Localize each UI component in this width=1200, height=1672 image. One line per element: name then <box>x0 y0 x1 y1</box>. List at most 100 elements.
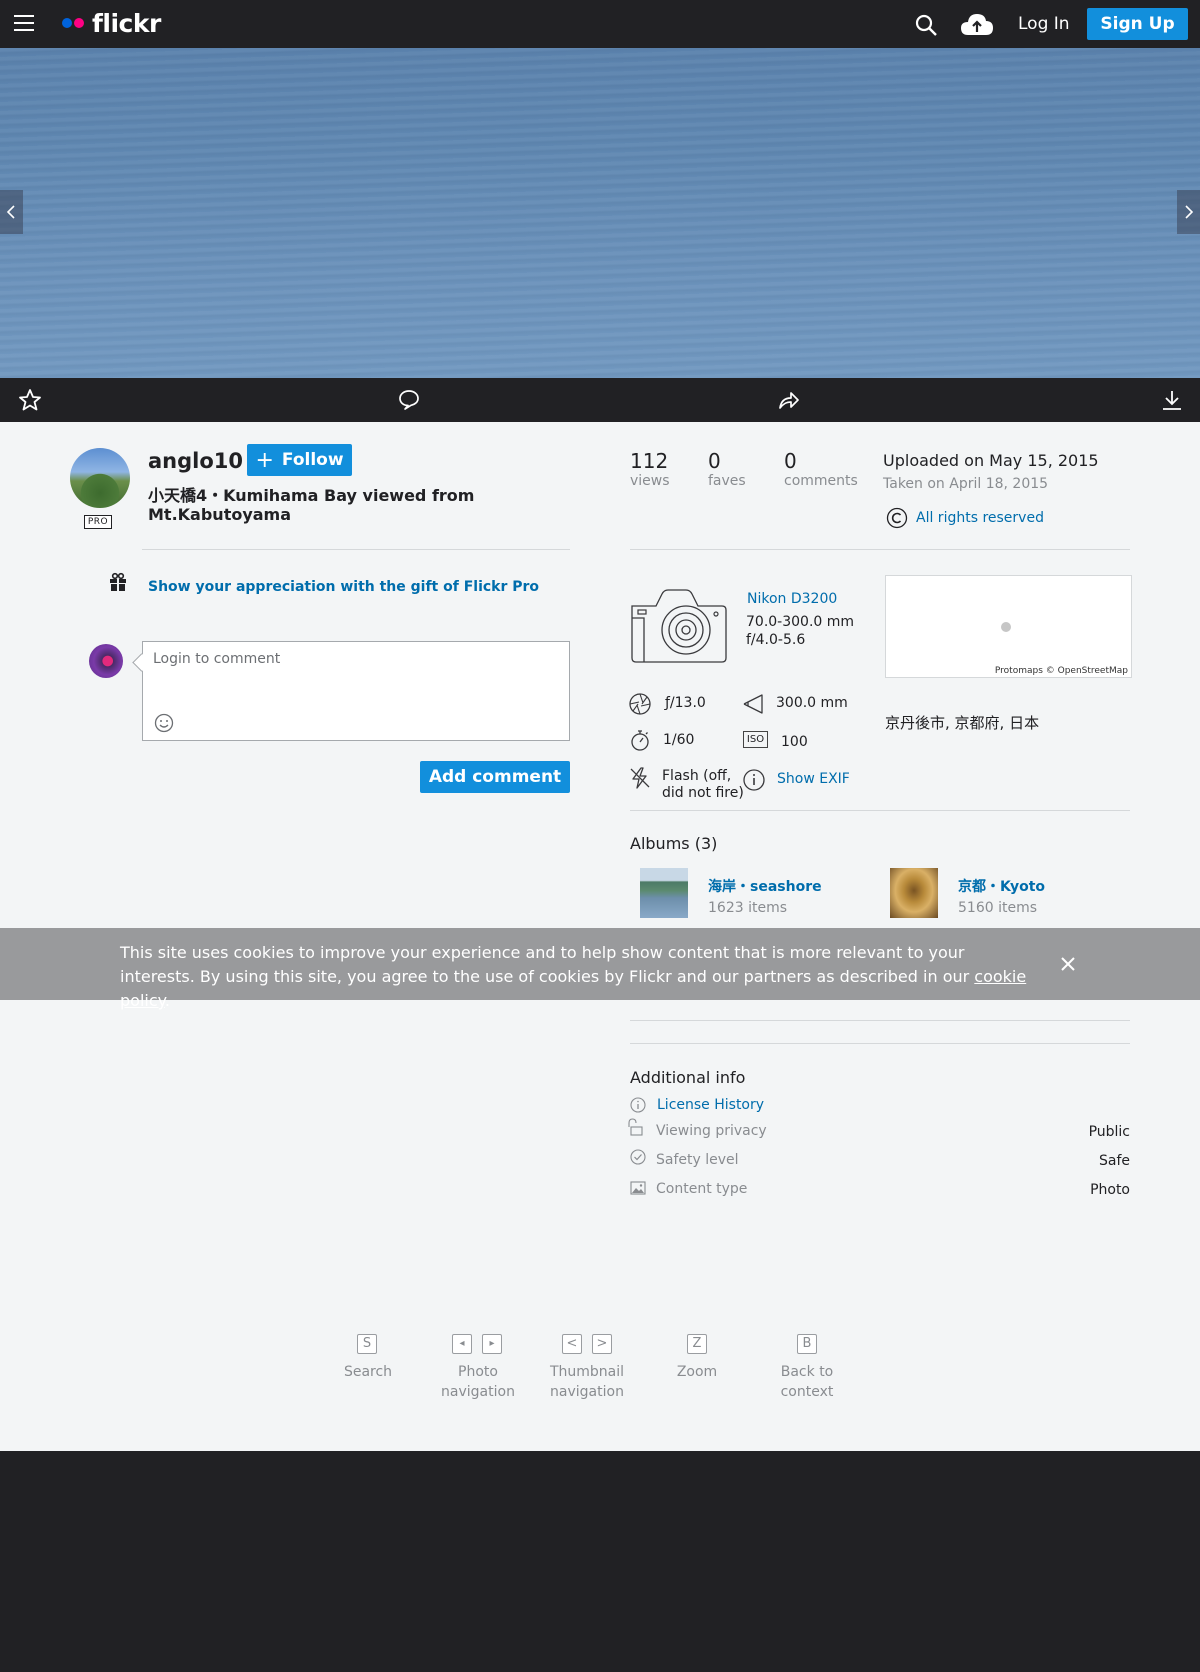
next-photo-button[interactable] <box>1177 190 1200 234</box>
flickr-logo[interactable]: flickr <box>62 8 161 38</box>
divider <box>630 1020 1130 1021</box>
safety-level-label: Safety level <box>656 1152 739 1168</box>
chevron-right-icon <box>1185 205 1194 219</box>
chevron-left-icon <box>6 205 15 219</box>
signup-button[interactable]: Sign Up <box>1087 8 1188 40</box>
shortcut-key: S <box>357 1334 377 1354</box>
cookie-text: This site uses cookies to improve your e… <box>120 943 975 986</box>
cookie-suffix: . <box>164 991 170 1010</box>
upload-cloud-icon[interactable] <box>960 11 994 37</box>
follow-label: Follow <box>281 450 344 470</box>
emoji-icon[interactable] <box>154 713 174 733</box>
map-credit[interactable]: Protomaps © OpenStreetMap <box>995 666 1128 676</box>
views-count: 112 <box>630 449 669 473</box>
flash-off-icon <box>630 767 650 789</box>
page-footer <box>0 1451 1200 1672</box>
album-thumbnail[interactable] <box>640 868 688 918</box>
star-icon[interactable] <box>18 388 42 412</box>
show-exif-link[interactable]: Show EXIF <box>777 771 850 787</box>
unlock-icon <box>628 1118 643 1136</box>
iso-value: 100 <box>781 734 808 750</box>
comment-input[interactable]: Login to comment <box>142 641 570 741</box>
owner-avatar[interactable] <box>70 448 130 508</box>
comment-placeholder: Login to comment <box>153 651 281 667</box>
comments-count: 0 <box>784 449 797 473</box>
login-link[interactable]: Log In <box>1018 14 1070 34</box>
shutter-speed: 1/60 <box>663 732 695 748</box>
download-icon[interactable] <box>1160 388 1184 412</box>
album-title[interactable]: 海岸・seashore <box>708 876 822 896</box>
cookie-message: This site uses cookies to improve your e… <box>120 941 1040 1013</box>
stopwatch-icon <box>631 730 649 751</box>
divider <box>630 549 1130 550</box>
photo-title: 小天橋4・Kumihama Bay viewed from Mt.Kabutoy… <box>148 486 475 524</box>
shortcut-key: ◂ <box>452 1334 472 1354</box>
camera-model-link[interactable]: Nikon D3200 <box>747 591 837 607</box>
shortcut-label: Zoom <box>676 1364 718 1380</box>
faves-count: 0 <box>708 449 721 473</box>
license-link[interactable]: All rights reserved <box>916 510 1044 526</box>
comment-icon[interactable] <box>397 388 421 412</box>
shortcut-label: Thumbnail navigation <box>549 1364 625 1400</box>
aperture-range: f/4.0-5.6 <box>746 632 806 648</box>
divider <box>630 1043 1130 1044</box>
previous-photo-button[interactable] <box>0 190 23 234</box>
album-count: 5160 items <box>958 900 1038 916</box>
top-navbar: flickr Log In Sign Up <box>0 0 1200 48</box>
views-stat: 112 views <box>630 449 670 489</box>
search-icon[interactable] <box>914 13 938 37</box>
taken-date: Taken on April 18, 2015 <box>883 476 1049 492</box>
shortcut-key: B <box>797 1334 817 1354</box>
shortcut-key: Z <box>687 1334 707 1354</box>
share-icon[interactable] <box>777 388 801 412</box>
logo-text: flickr <box>92 8 161 38</box>
album-count: 1623 items <box>708 900 788 916</box>
divider <box>630 810 1130 811</box>
copyright-icon <box>886 507 908 529</box>
additional-info-heading: Additional info <box>630 1068 746 1087</box>
content-type-value: Photo <box>1090 1182 1130 1198</box>
iso-icon: ISO <box>743 731 768 748</box>
commenter-avatar <box>89 644 123 678</box>
focal-length: 300.0 mm <box>776 695 848 711</box>
shortcut-label: Search <box>343 1364 393 1380</box>
shortcut-label: Back to context <box>780 1364 834 1400</box>
comments-stat: 0 comments <box>784 449 858 489</box>
follow-button[interactable]: + Follow <box>247 444 352 476</box>
focal-length-icon <box>743 694 763 714</box>
faves-stat: 0 faves <box>708 449 746 489</box>
plus-icon: + <box>255 447 274 473</box>
album-title[interactable]: 京都・Kyoto <box>958 876 1045 896</box>
pro-badge: PRO <box>84 515 112 529</box>
aperture-icon <box>629 693 651 715</box>
camera-icon[interactable] <box>628 584 730 666</box>
shortcut-label: Photo navigation <box>441 1364 515 1400</box>
location-text[interactable]: 京丹後市, 京都府, 日本 <box>885 712 1039 733</box>
map-pin-icon <box>1001 622 1011 632</box>
logo-pink-dot <box>74 18 84 28</box>
albums-heading: Albums (3) <box>630 834 718 853</box>
flash-info: Flash (off, did not fire) <box>662 768 744 801</box>
faves-label: faves <box>708 473 746 489</box>
owner-name[interactable]: anglo10 <box>148 449 243 473</box>
add-comment-button[interactable]: Add comment <box>420 761 570 793</box>
gift-pro-link[interactable]: Show your appreciation with the gift of … <box>148 579 539 595</box>
viewing-privacy-value: Public <box>1088 1124 1130 1140</box>
check-circle-icon <box>630 1149 646 1165</box>
menu-icon[interactable] <box>14 15 34 33</box>
close-icon[interactable] <box>1058 954 1078 974</box>
content-type-label: Content type <box>656 1181 748 1197</box>
shortcut-key: > <box>592 1334 612 1354</box>
gift-icon <box>110 572 126 591</box>
shortcut-key: < <box>562 1334 582 1354</box>
upload-date: Uploaded on May 15, 2015 <box>883 451 1099 470</box>
main-photo[interactable] <box>0 48 1200 378</box>
views-label: views <box>630 473 670 489</box>
photo-action-bar <box>0 378 1200 422</box>
license-history-link[interactable]: License History <box>657 1097 764 1113</box>
album-thumbnail[interactable] <box>890 868 938 918</box>
f-number: ƒ/13.0 <box>665 695 706 711</box>
image-icon <box>630 1181 646 1195</box>
location-map[interactable]: Protomaps © OpenStreetMap <box>885 575 1132 678</box>
info-icon <box>743 769 765 791</box>
